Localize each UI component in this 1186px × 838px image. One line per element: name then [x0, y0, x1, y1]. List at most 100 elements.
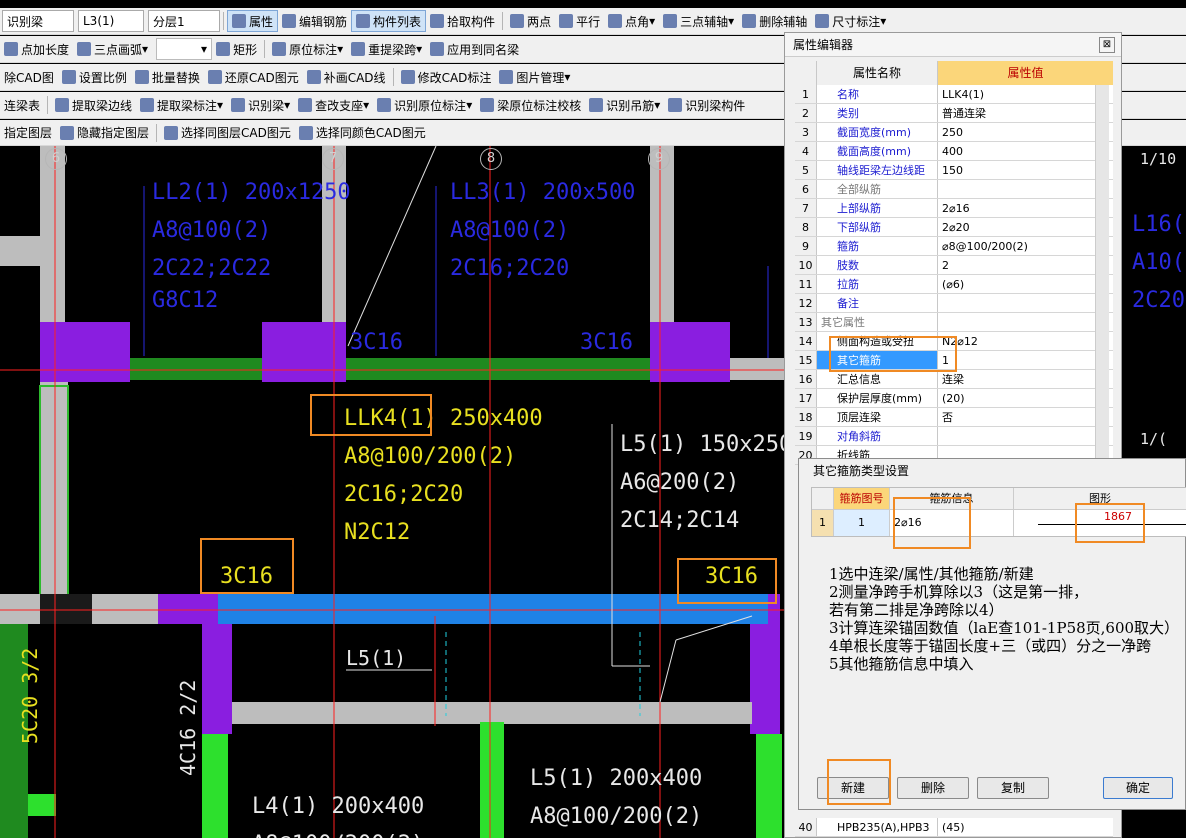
row-name: 肢数 — [817, 256, 938, 274]
property-row[interactable]: 17 保护层厚度(mm) (20) — [795, 389, 1113, 408]
row-value[interactable]: 连梁 — [938, 370, 1113, 388]
property-row[interactable]: 10 肢数 2 — [795, 256, 1113, 275]
delete-axis-button[interactable]: 删除辅轴 — [738, 10, 811, 32]
hide-layer-button[interactable]: 隐藏指定图层 — [56, 122, 153, 144]
row-shape-no[interactable]: 1 — [834, 510, 890, 536]
apply-same-name-button[interactable]: 应用到同名梁 — [426, 38, 523, 60]
select-same-layer-button[interactable]: 选择同图层CAD图元 — [160, 122, 295, 144]
rectangle-icon — [216, 42, 231, 56]
property-row[interactable]: 18 顶层连梁否 — [795, 408, 1113, 427]
batch-replace-button[interactable]: 批量替换 — [131, 66, 204, 88]
header-shape-no: 箍筋图号 — [834, 488, 890, 509]
property-row[interactable]: 4 截面高度(mm) 400 — [795, 142, 1113, 161]
property-row[interactable]: 13 其它属性 — [795, 313, 1113, 332]
set-scale-button[interactable]: 设置比例 — [58, 66, 131, 88]
property-row[interactable]: 11 拉筋 (⌀6) — [795, 275, 1113, 294]
point-angle-button[interactable]: 点角 ▾ — [604, 10, 659, 32]
identify-original-annotation-button[interactable]: 识别原位标注 ▾ — [373, 94, 476, 116]
row-name: 下部纵筋 — [817, 218, 938, 236]
row-value[interactable]: LLK4(1) — [938, 85, 1113, 103]
dimension-button[interactable]: 尺寸标注 ▾ — [811, 10, 890, 32]
row-name: 顶层连梁 — [817, 408, 938, 426]
l16-line: L16(1 — [1132, 212, 1186, 237]
image-manage-button[interactable]: 图片管理 ▾ — [495, 66, 574, 88]
batch-replace-label: 批量替换 — [151, 70, 200, 85]
row-value[interactable]: (⌀6) — [938, 275, 1113, 293]
rectangle-button[interactable]: 矩形 — [212, 38, 261, 60]
beam-select[interactable]: L3(1) — [78, 10, 144, 32]
parallel-icon — [559, 14, 574, 28]
row-value[interactable]: 250 — [938, 123, 1113, 141]
row-value[interactable]: (45) — [938, 818, 1113, 836]
pick-component-button[interactable]: 拾取构件 — [426, 10, 499, 32]
copy-button[interactable]: 复制 — [977, 777, 1049, 799]
restore-cad-button[interactable]: 还原CAD图元 — [204, 66, 303, 88]
row-value[interactable] — [938, 294, 1113, 312]
ok-button[interactable]: 确定 — [1103, 777, 1173, 799]
row-value[interactable]: 1 — [938, 351, 1113, 369]
row-value[interactable] — [938, 180, 1113, 198]
identify-hanger-button[interactable]: 识别吊筋 ▾ — [585, 94, 664, 116]
row-value[interactable]: 150 — [938, 161, 1113, 179]
parallel-button[interactable]: 平行 — [555, 10, 604, 32]
row-value[interactable] — [938, 427, 1113, 445]
extract-beam-annotation-button[interactable]: 提取梁标注 ▾ — [136, 94, 227, 116]
row-value[interactable]: (20) — [938, 389, 1113, 407]
row-value[interactable]: 2⌀16 — [938, 199, 1113, 217]
delete-button[interactable]: 删除 — [897, 777, 969, 799]
original-annotation-button[interactable]: 原位标注 ▾ — [268, 38, 347, 60]
layer-select[interactable]: 识别梁 — [2, 10, 74, 32]
row-value[interactable]: ⌀8@100/200(2) — [938, 237, 1113, 255]
note-line: 3计算连梁锚固数值（laE查101-1P58页,600取大） — [829, 619, 1180, 637]
property-row[interactable]: 12 备注 — [795, 294, 1113, 313]
component-list-label: 构件列表 — [373, 14, 422, 29]
select-same-color-button[interactable]: 选择同颜色CAD图元 — [295, 122, 430, 144]
row-value[interactable]: N2⌀12 — [938, 332, 1113, 350]
beam-annotation-check-button[interactable]: 梁原位标注校核 — [476, 94, 585, 116]
two-point-icon — [510, 14, 525, 28]
property-row[interactable]: 3 截面宽度(mm) 250 — [795, 123, 1113, 142]
row-value[interactable]: 2⌀20 — [938, 218, 1113, 236]
row-value[interactable]: 否 — [938, 408, 1113, 426]
re-extract-span-button[interactable]: 重提梁跨 ▾ — [347, 38, 426, 60]
extract-beam-edge-button[interactable]: 提取梁边线 — [51, 94, 136, 116]
identify-beam-button[interactable]: 识别梁 ▾ — [227, 94, 294, 116]
three-point-arc-button[interactable]: 三点画弧 ▾ — [73, 38, 152, 60]
point-length-button[interactable]: 点加长度 — [0, 38, 73, 60]
specify-layer-button[interactable]: 指定图层 — [0, 122, 56, 144]
coupling-beam-table-button[interactable]: 连梁表 — [0, 94, 44, 116]
row-value[interactable] — [938, 313, 1113, 331]
identify-beam-component-button[interactable]: 识别梁构件 — [664, 94, 749, 116]
two-point-button[interactable]: 两点 — [506, 10, 555, 32]
row-value[interactable]: 普通连梁 — [938, 104, 1113, 122]
property-button[interactable]: 属性 — [227, 10, 279, 32]
property-scrollbar[interactable] — [1095, 85, 1109, 485]
property-row[interactable]: 1 名称 LLK4(1) — [795, 85, 1113, 104]
delete-cad-button[interactable]: 除CAD图 — [0, 66, 58, 88]
three-point-axis-button[interactable]: 三点辅轴 ▾ — [659, 10, 738, 32]
property-row[interactable]: 7 上部纵筋 2⌀16 — [795, 199, 1113, 218]
modify-cad-annotation-button[interactable]: 修改CAD标注 — [397, 66, 496, 88]
property-row[interactable]: 9 箍筋 ⌀8@100/200(2) — [795, 237, 1113, 256]
empty-select[interactable]: ▾ — [156, 38, 213, 60]
property-row[interactable]: 6 全部纵筋 — [795, 180, 1113, 199]
redraw-cad-line-button[interactable]: 补画CAD线 — [303, 66, 390, 88]
cad-canvas[interactable]: 6 7 8 9 LL2(1) 200x1250 A8@100(2) 2C22;2… — [0, 146, 790, 838]
identify-hanger-label: 识别吊筋 — [606, 98, 655, 113]
edit-rebar-button[interactable]: 编辑钢筋 — [278, 10, 351, 32]
row-value[interactable]: 400 — [938, 142, 1113, 160]
modify-cad-annotation-label: 修改CAD标注 — [417, 70, 492, 85]
floor-select[interactable]: 分层1 — [148, 10, 220, 32]
property-row[interactable]: 19 对角斜筋 — [795, 427, 1113, 446]
property-row[interactable]: 5 轴线距梁左边线距 150 — [795, 161, 1113, 180]
property-row[interactable]: 40 HPB235(A),HPB3 (45) — [795, 818, 1113, 837]
check-support-button[interactable]: 查改支座 ▾ — [294, 94, 373, 116]
component-list-button[interactable]: 构件列表 — [351, 10, 427, 32]
row-value[interactable]: 2 — [938, 256, 1113, 274]
header-name: 属性名称 — [817, 61, 938, 85]
property-row[interactable]: 8 下部纵筋 2⌀20 — [795, 218, 1113, 237]
close-icon[interactable]: ⊠ — [1099, 37, 1115, 53]
property-row[interactable]: 2 类别 普通连梁 — [795, 104, 1113, 123]
property-row[interactable]: 16 汇总信息 连梁 — [795, 370, 1113, 389]
row-number: 15 — [795, 351, 817, 369]
